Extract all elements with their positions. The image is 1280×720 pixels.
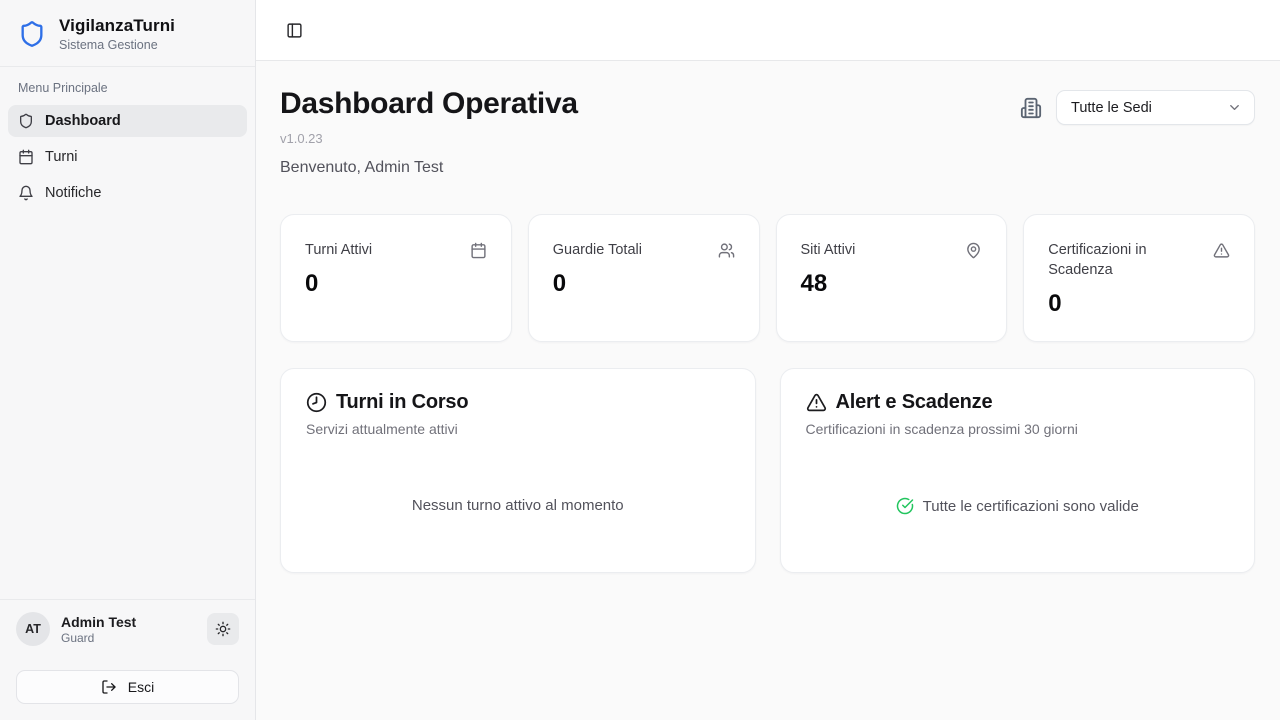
stat-label: Turni Attivi [305, 240, 372, 260]
sidebar-item-label: Dashboard [45, 113, 121, 129]
shield-logo-icon [18, 20, 46, 48]
panel-subtitle: Servizi attualmente attivi [306, 421, 730, 437]
stat-card-certificazioni: Certificazioni in Scadenza 0 [1023, 214, 1255, 342]
page-head: Dashboard Operativa v1.0.23 Benvenuto, A… [280, 87, 1255, 177]
stat-label: Siti Attivi [801, 240, 856, 260]
logout-icon [101, 679, 117, 695]
welcome-message: Benvenuto, Admin Test [280, 159, 578, 177]
user-row: AT Admin Test Guard [16, 612, 239, 646]
alert-triangle-icon [1213, 242, 1230, 259]
sidebar-toggle-button[interactable] [280, 16, 308, 44]
app-brand: VigilanzaTurni Sistema Gestione [0, 0, 255, 67]
stat-value: 0 [553, 270, 735, 298]
panel-alert-scadenze: Alert e Scadenze Certificazioni in scade… [780, 368, 1256, 573]
user-name: Admin Test [61, 614, 136, 630]
panel-subtitle: Certificazioni in scadenza prossimi 30 g… [806, 421, 1230, 437]
stat-label: Certificazioni in Scadenza [1048, 240, 1203, 280]
map-pin-icon [965, 242, 982, 259]
main-area: Dashboard Operativa v1.0.23 Benvenuto, A… [256, 0, 1280, 720]
user-role: Guard [61, 631, 136, 645]
sidebar-item-dashboard[interactable]: Dashboard [8, 105, 247, 137]
stat-label: Guardie Totali [553, 240, 642, 260]
sidebar-item-turni[interactable]: Turni [8, 141, 247, 173]
app-root: VigilanzaTurni Sistema Gestione Menu Pri… [0, 0, 1280, 720]
calendar-icon [18, 149, 34, 165]
topbar [256, 0, 1280, 61]
menu-section-label: Menu Principale [8, 81, 247, 95]
stat-card-siti-attivi: Siti Attivi 48 [776, 214, 1008, 342]
shield-icon [18, 113, 34, 129]
panel-left-icon [286, 22, 303, 39]
panel-title: Alert e Scadenze [836, 391, 993, 414]
stat-card-guardie-totali: Guardie Totali 0 [528, 214, 760, 342]
site-select[interactable]: Tutte le Sedi [1056, 90, 1255, 125]
panels-row: Turni in Corso Servizi attualmente attiv… [280, 368, 1255, 573]
app-title: VigilanzaTurni [59, 16, 175, 36]
certifications-status-text: Tutte le certificazioni sono valide [923, 498, 1139, 515]
certifications-status: Tutte le certificazioni sono valide [806, 497, 1230, 515]
sidebar-item-notifiche[interactable]: Notifiche [8, 177, 247, 209]
logout-label: Esci [128, 679, 154, 695]
sun-icon [215, 621, 231, 637]
bell-icon [18, 185, 34, 201]
clock-icon [306, 392, 327, 413]
stats-row: Turni Attivi 0 Guardie Totali 0 [280, 214, 1255, 342]
users-icon [718, 242, 735, 259]
stat-value: 48 [801, 270, 983, 298]
panel-turni-in-corso: Turni in Corso Servizi attualmente attiv… [280, 368, 756, 573]
alert-triangle-icon [806, 392, 827, 413]
stat-card-turni-attivi: Turni Attivi 0 [280, 214, 512, 342]
version-label: v1.0.23 [280, 131, 578, 146]
app-tagline: Sistema Gestione [59, 38, 175, 52]
chevron-down-icon [1227, 100, 1242, 115]
panel-title: Turni in Corso [336, 391, 468, 414]
empty-state-message: Nessun turno attivo al momento [306, 497, 730, 514]
logout-button[interactable]: Esci [16, 670, 239, 704]
stat-value: 0 [305, 270, 487, 298]
calendar-icon [470, 242, 487, 259]
sidebar-item-label: Notifiche [45, 185, 101, 201]
sidebar: VigilanzaTurni Sistema Gestione Menu Pri… [0, 0, 256, 720]
stat-value: 0 [1048, 290, 1230, 318]
theme-toggle-button[interactable] [207, 613, 239, 645]
site-filter: Tutte le Sedi [1020, 90, 1255, 125]
page-title: Dashboard Operativa [280, 87, 578, 121]
sidebar-item-label: Turni [45, 149, 78, 165]
check-circle-icon [896, 497, 914, 515]
avatar: AT [16, 612, 50, 646]
sidebar-footer: AT Admin Test Guard Esci [0, 599, 255, 720]
building-icon [1020, 97, 1042, 119]
site-select-value: Tutte le Sedi [1071, 100, 1152, 116]
sidebar-menu: Menu Principale Dashboard Turni Notifich… [0, 67, 255, 225]
dashboard-content: Dashboard Operativa v1.0.23 Benvenuto, A… [256, 61, 1280, 720]
